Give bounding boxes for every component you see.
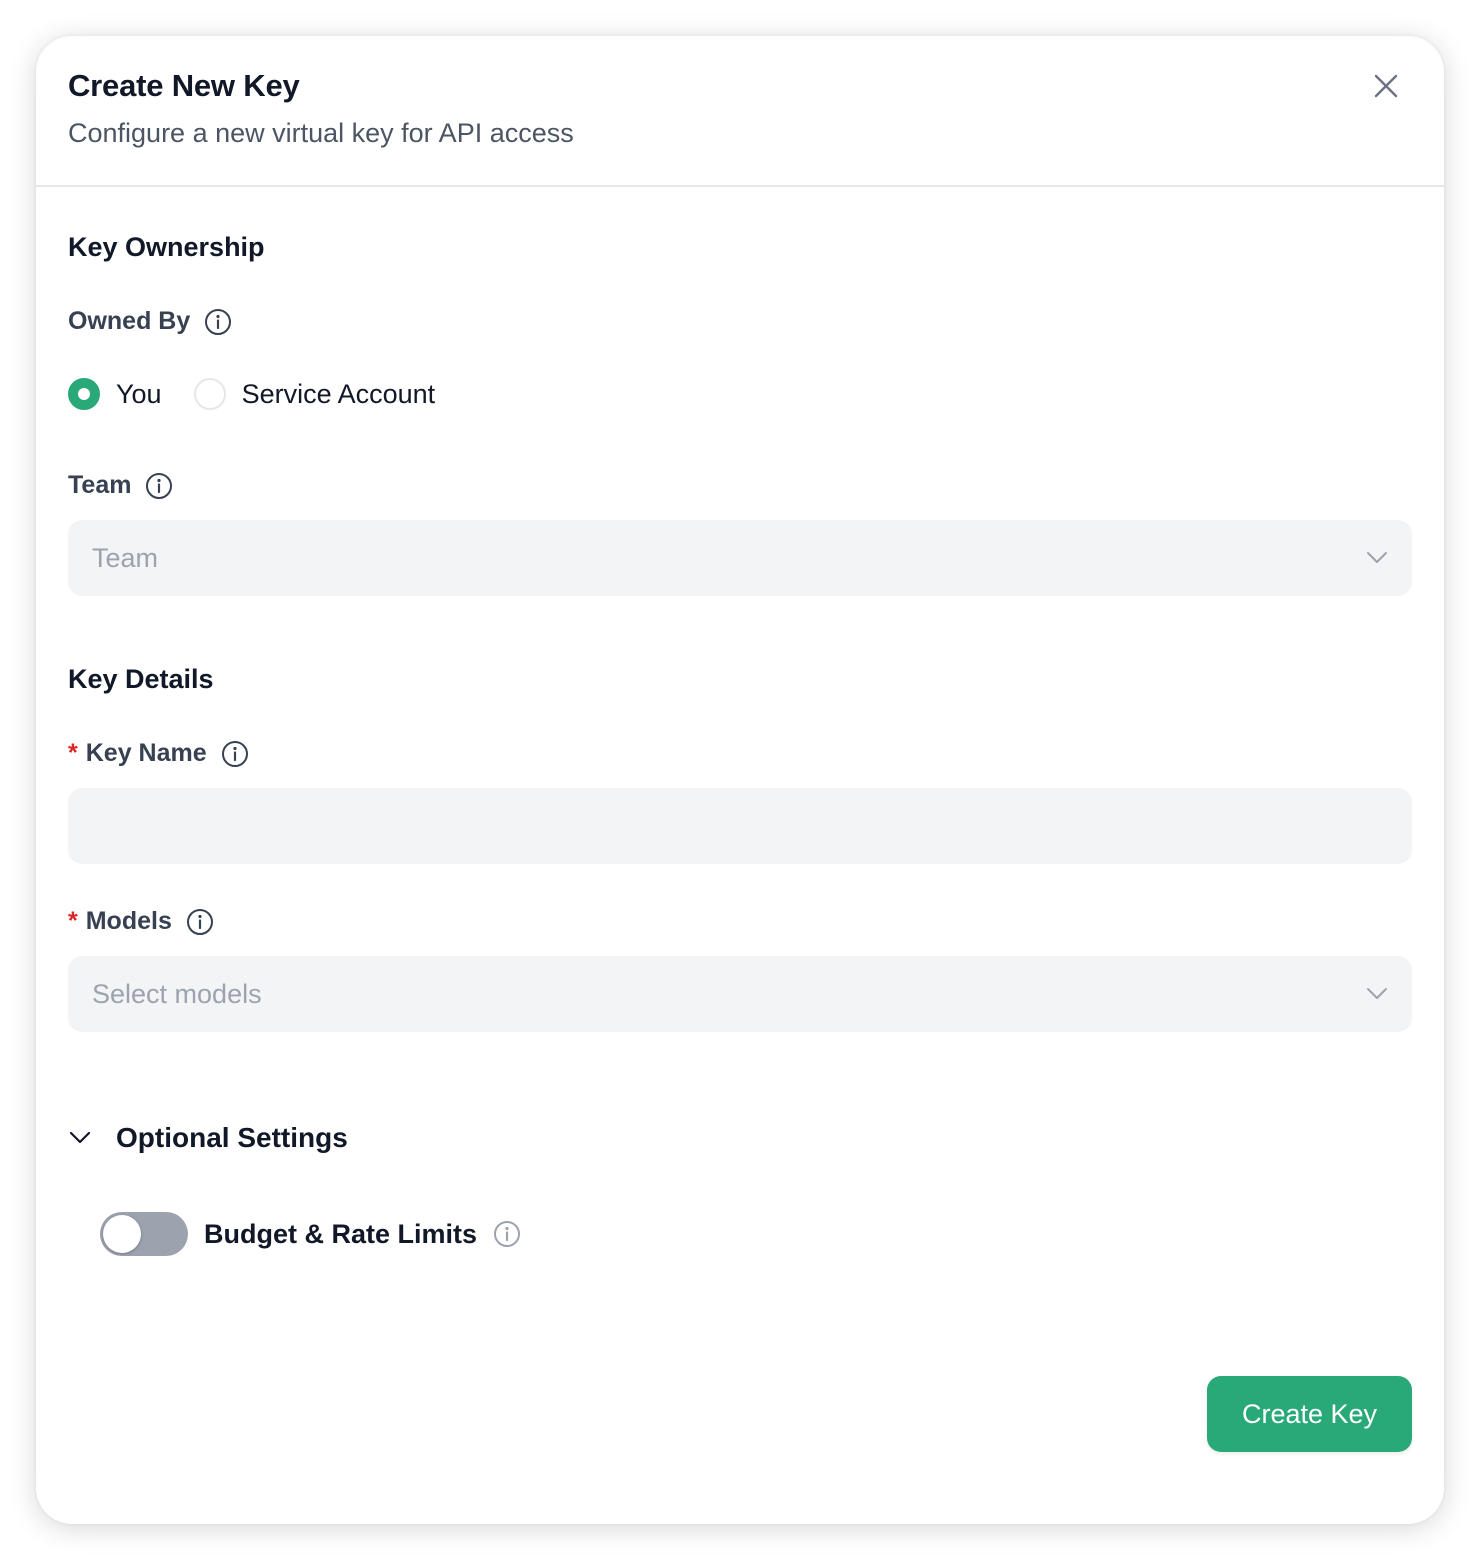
key-name-field[interactable] — [68, 788, 1412, 864]
models-select-placeholder: Select models — [92, 978, 262, 1009]
budget-rate-limits-row: Budget & Rate Limits — [100, 1212, 521, 1256]
dialog-title: Create New Key — [68, 68, 300, 103]
chevron-down-icon — [69, 1131, 91, 1144]
owned-by-label-text: Owned By — [68, 307, 191, 335]
required-marker: * — [68, 907, 78, 935]
info-icon[interactable] — [186, 908, 214, 936]
team-select-placeholder: Team — [92, 542, 159, 573]
create-key-button[interactable]: Create Key — [1207, 1376, 1412, 1452]
radio-service-account-label: Service Account — [241, 378, 436, 409]
key-ownership-heading: Key Ownership — [68, 232, 265, 262]
key-name-label: * Key Name — [68, 739, 249, 768]
dialog-header: Create New Key Configure a new virtual k… — [36, 36, 1444, 187]
radio-service-account[interactable]: Service Account — [193, 378, 436, 410]
info-icon[interactable] — [221, 740, 249, 768]
owned-by-label: Owned By — [68, 307, 232, 336]
models-label: * Models — [68, 907, 214, 936]
models-select[interactable]: Select models — [68, 956, 1412, 1032]
key-name-label-text: Key Name — [85, 739, 207, 767]
radio-you-circle[interactable] — [68, 378, 100, 410]
models-label-text: Models — [85, 907, 172, 935]
create-key-dialog: Create New Key Configure a new virtual k… — [36, 36, 1444, 1524]
radio-service-account-circle[interactable] — [193, 378, 226, 410]
optional-settings-title: Optional Settings — [116, 1122, 348, 1153]
close-icon — [1374, 74, 1398, 98]
team-label: Team — [68, 471, 173, 500]
info-icon[interactable] — [204, 308, 232, 336]
owned-by-radio-group: You Service Account — [68, 378, 435, 410]
info-icon[interactable] — [145, 472, 173, 500]
required-marker: * — [68, 739, 78, 767]
team-select[interactable]: Team — [68, 520, 1412, 596]
key-name-input[interactable] — [92, 810, 1388, 842]
chevron-down-icon — [1367, 552, 1387, 563]
info-icon[interactable] — [493, 1220, 521, 1248]
chevron-down-icon — [1367, 988, 1387, 999]
switch-knob — [103, 1215, 141, 1253]
close-button[interactable] — [1368, 68, 1404, 104]
radio-you-label: You — [116, 378, 162, 409]
radio-you[interactable]: You — [68, 378, 162, 410]
optional-settings-toggle[interactable]: Optional Settings — [68, 1122, 348, 1154]
team-label-text: Team — [68, 471, 132, 499]
budget-rate-limits-switch[interactable] — [100, 1212, 188, 1256]
dialog-subtitle: Configure a new virtual key for API acce… — [68, 118, 574, 148]
budget-rate-limits-label: Budget & Rate Limits — [204, 1218, 478, 1249]
key-details-heading: Key Details — [68, 664, 214, 694]
